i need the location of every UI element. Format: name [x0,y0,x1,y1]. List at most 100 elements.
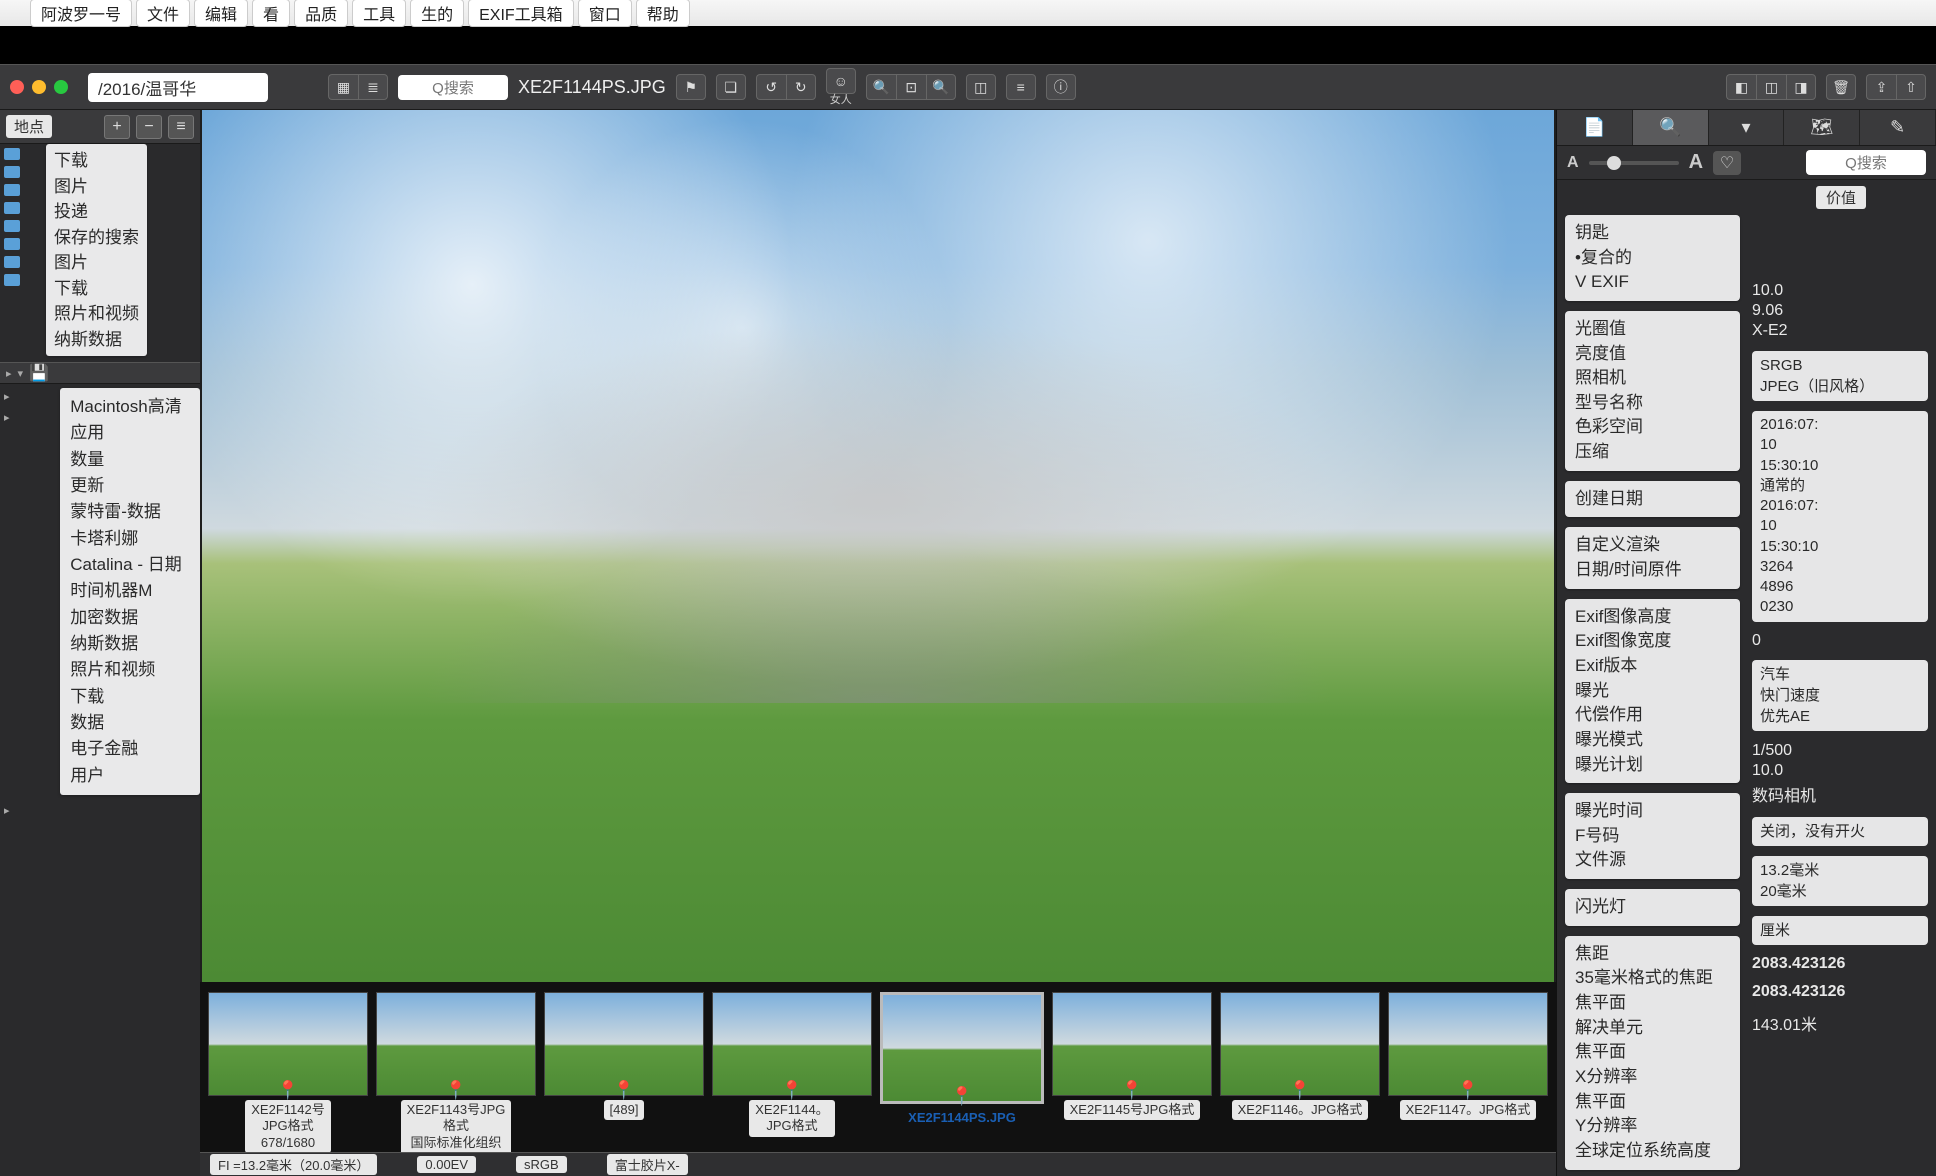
list-view-icon[interactable]: ≣ [358,74,388,100]
thumbnail[interactable]: 📍 [1388,992,1548,1096]
tab-search-icon[interactable]: 🔍 [1633,110,1709,145]
crop-icon[interactable]: ◫ [966,74,996,100]
zoom-window-icon[interactable] [54,80,68,94]
rotate-right-icon[interactable]: ↻ [786,74,816,100]
panel-left-icon[interactable]: ◧ [1726,74,1756,100]
close-window-icon[interactable] [10,80,24,94]
sidebar-item[interactable]: 纳斯数据 [54,327,139,353]
zoom-out-icon[interactable]: 🔍 [866,74,896,100]
folder-icon [4,148,20,160]
thumbnail[interactable]: 📍 [376,992,536,1096]
menu-quality[interactable]: 品质 [294,0,348,27]
status-camera: 富士胶片X- [607,1154,688,1175]
trash-icon[interactable]: 🗑 [1826,74,1856,100]
volume-item[interactable]: 照片和视频 [70,657,190,683]
volume-item[interactable]: 纳斯数据 [70,631,190,657]
volume-item[interactable]: Catalina - 日期 [70,552,190,578]
disclosure-icon[interactable]: ▾ [18,367,24,380]
menu-app[interactable]: 阿波罗一号 [30,0,132,27]
sidebar-item[interactable]: 图片 [54,250,139,276]
panel-right-icon[interactable]: ◨ [1786,74,1816,100]
window-gap [0,26,1936,64]
info-icon[interactable]: ⓘ [1046,74,1076,100]
volume-item[interactable]: 数量 [70,447,190,473]
menu-edit[interactable]: 编辑 [194,0,248,27]
sidebar-item[interactable]: 下载 [54,276,139,302]
add-place-button[interactable]: + [104,115,130,139]
volumes-panel: Macintosh高清 应用 数量 更新 蒙特雷-数据 卡塔利娜 Catalin… [60,388,200,795]
exif-values-top: 10.0 9.06 X-E2 [1752,281,1928,341]
volume-item[interactable]: 下载 [70,684,190,710]
volume-item[interactable]: 数据 [70,710,190,736]
inspector-search[interactable]: Q搜索 [1806,150,1926,175]
folder-icon [4,166,20,178]
favorite-icon[interactable]: ♡ [1713,151,1741,175]
exif-value: 1/500 [1752,741,1928,761]
tab-filter-icon[interactable]: ▾ [1709,110,1785,145]
sidebar-item[interactable]: 图片 [54,174,139,200]
sidebar-item[interactable]: 保存的搜索 [54,225,139,251]
tag-icon[interactable]: ❏ [716,74,746,100]
thumbnail[interactable]: 📍 [1052,992,1212,1096]
sidebar-folder-icons [0,144,24,362]
share-icon[interactable]: ⇧ [1896,74,1926,100]
exif-value-chip: 13.2毫米20毫米 [1752,856,1928,906]
panel-split-icon[interactable]: ◫ [1756,74,1786,100]
volume-item[interactable]: 蒙特雷-数据 [70,499,190,525]
menu-tools[interactable]: 工具 [352,0,406,27]
volume-item[interactable]: Macintosh高清 [70,394,190,420]
tab-info-icon[interactable]: 📄 [1557,110,1633,145]
exif-value-chip: 关闭，没有开火 [1752,817,1928,846]
volume-item[interactable]: 卡塔利娜 [70,526,190,552]
disclosure-icon[interactable]: ▸ [4,805,10,817]
places-menu-button[interactable]: ≡ [168,115,194,139]
thumbnail[interactable]: 📍 [880,992,1044,1104]
minimize-window-icon[interactable] [32,80,46,94]
zoom-in-icon[interactable]: 🔍 [926,74,956,100]
sidebar-item[interactable]: 照片和视频 [54,301,139,327]
rotate-left-icon[interactable]: ↺ [756,74,786,100]
inspector-body[interactable]: 钥匙•复合的V EXIF光圈值亮度值照相机型号名称色彩空间压缩创建日期自定义渲染… [1557,209,1936,1176]
menu-view[interactable]: 看 [252,0,290,27]
tab-map-icon[interactable]: 🗺 [1784,110,1860,145]
disclosure-icon[interactable]: ▸ [6,367,12,380]
volume-item[interactable]: 用户 [70,763,190,789]
person-icon[interactable]: ☺ [826,68,856,94]
font-large-icon[interactable]: A [1689,151,1703,174]
font-size-slider[interactable] [1589,161,1679,165]
toolbar-search[interactable]: Q搜索 [398,75,508,100]
exif-value: 2083.423126 [1752,955,1928,973]
sidebar-item[interactable]: 下载 [54,148,139,174]
menu-file[interactable]: 文件 [136,0,190,27]
menu-window[interactable]: 窗口 [578,0,632,27]
font-small-icon[interactable]: A [1567,154,1579,172]
adjust-icon[interactable]: ≡ [1006,74,1036,100]
grid-view-icon[interactable]: ▦ [328,74,358,100]
sidebar-item[interactable]: 投递 [54,199,139,225]
exif-value: 143.01米 [1752,1011,1928,1035]
export-icon[interactable]: ⇪ [1866,74,1896,100]
volume-item[interactable]: 电子金融 [70,736,190,762]
menu-exif[interactable]: EXIF工具箱 [468,0,574,27]
volume-item[interactable]: 加密数据 [70,605,190,631]
thumbnail[interactable]: 📍 [544,992,704,1096]
path-field[interactable]: /2016/温哥华 [88,73,268,102]
volume-item[interactable]: 更新 [70,473,190,499]
menu-raw[interactable]: 生的 [410,0,464,27]
zoom-fit-icon[interactable]: ⊡ [896,74,926,100]
tab-edit-icon[interactable]: ✎ [1860,110,1936,145]
thumbnail[interactable]: 📍 [1220,992,1380,1096]
menu-help[interactable]: 帮助 [636,0,690,27]
geo-pin-icon: 📍 [781,1080,803,1101]
volume-item[interactable]: 应用 [70,420,190,446]
disclosure-icon[interactable]: ▸ [4,411,12,424]
exif-value: 数码相机 [1752,781,1928,807]
disclosure-icon[interactable]: ▸ [4,390,12,403]
volume-item[interactable]: 时间机器M [70,578,190,604]
remove-place-button[interactable]: − [136,115,162,139]
thumbnail[interactable]: 📍 [712,992,872,1096]
person-label: 女人 [826,94,856,106]
image-viewer[interactable] [202,110,1554,982]
thumbnail[interactable]: 📍 [208,992,368,1096]
flag-icon[interactable]: ⚑ [676,74,706,100]
